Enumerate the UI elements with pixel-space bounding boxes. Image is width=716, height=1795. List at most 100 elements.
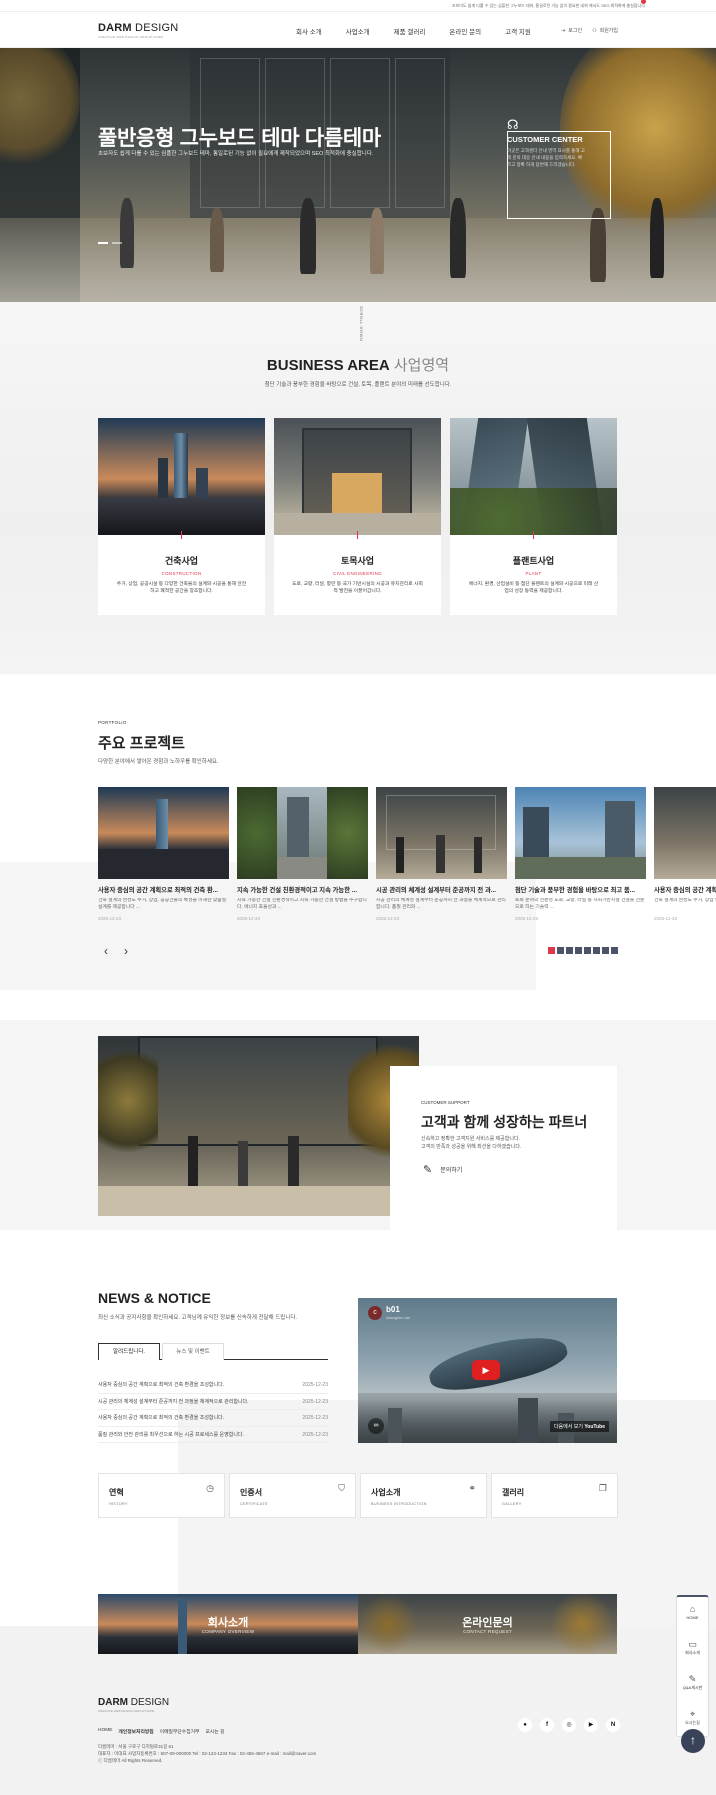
link-icon[interactable]: ∞ [368,1418,384,1434]
pager-dot[interactable] [584,947,591,954]
footer-logo[interactable]: DARM DESIGN CREATIVE WEB DESIGN GROUP DA… [98,1697,169,1713]
business-card-en: CONSTRUCTION [161,571,202,576]
footer-info: 다름테마 : 서울 구로구 디지털로31길 61 대표자 : 이대표 사업자등록… [98,1743,316,1764]
pager-dot[interactable] [566,947,573,954]
footer-logo-light: DESIGN [128,1697,170,1708]
clock-icon: ◷ [206,1483,214,1493]
quick-link-history[interactable]: 연혁 HISTORY ◷ [98,1473,225,1518]
footer-link-privacy[interactable]: 개인정보처리방침 [118,1728,153,1735]
portfolio-item[interactable]: 사용자 중심의 공간 계획으로 최적의 건축 환... 건축 설계의 완성도 주… [98,787,229,921]
pager-dot[interactable] [593,947,600,954]
news-row[interactable]: 시공 관리의 체계성 설계부터 준공까지 전 과정을 체계적으로 관리합니다. 2… [98,1394,328,1410]
nav-support[interactable]: 고객 지원 [505,26,531,36]
news-row[interactable]: 사용자 중심의 공간 계획으로 최적의 건축 환경을 조성합니다. 2025-12… [98,1410,328,1427]
watch-on-youtube[interactable]: 다음에서 보기 YouTube [549,1421,609,1432]
portfolio-image [376,787,507,879]
customer-center[interactable]: ☊ CUSTOMER CENTER 이곳은 고객센터 안내 영역 표시를 통해 … [507,118,585,168]
hero-dot-1[interactable] [98,242,108,244]
util-menu: ⇥ 로그인 ⚇ 회원가입 [561,27,618,35]
footer-logo-tagline: CREATIVE WEB DESIGN GROUP DARM [98,1709,155,1713]
pager-dot[interactable] [557,947,564,954]
pager-dot[interactable] [575,947,582,954]
card-accent [357,531,358,539]
footer-link-home[interactable]: HOME [98,1728,112,1735]
nav-inquiry[interactable]: 온라인 문의 [449,26,481,36]
business-title: BUSINESS AREA 사업영역 [0,354,716,375]
quick-menu-label: 오시는길 [685,1720,700,1725]
scroll-top-button[interactable]: ↑ [681,1729,705,1753]
quick-link-en: BUSINESS INTRODUCTION [371,1502,427,1506]
footer-address: 다름테마 : 서울 구로구 디지털로31길 61 [98,1744,174,1749]
portfolio-pagination [548,947,618,954]
quick-link-gallery[interactable]: 갤러리 GALLERY ❐ [491,1473,618,1518]
inquiry-button[interactable]: ✎ 문의하기 [423,1163,462,1176]
naver-icon[interactable]: N [606,1718,620,1732]
news-row-title: 시공 관리의 체계성 설계부터 준공까지 전 과정을 체계적으로 관리합니다. [98,1398,249,1405]
pager-dot[interactable] [602,947,609,954]
tab-notice[interactable]: 알려드립니다. [98,1343,160,1360]
footer-link-email[interactable]: 이메일무단수집거부 [160,1728,200,1735]
footer-link-location[interactable]: 오시는 길 [205,1728,224,1735]
home-icon: ⌂ [689,1604,696,1614]
watch-label: 다음에서 보기 [553,1424,583,1430]
nav-business[interactable]: 사업소개 [346,26,370,36]
business-card-construction[interactable]: 건축사업 CONSTRUCTION 주거, 상업, 공공시설 등 다양한 건축물… [98,418,265,615]
gallery-icon: ❐ [598,1483,607,1493]
play-icon[interactable]: ▶ [472,1360,500,1380]
top-notice-text: 조보이도 쉽게 다룰 수 있는 심플한 그누보드 테마, 통일로된 기능 없이 … [451,3,646,8]
portfolio-item-title: 사용자 중심의 공간 계획으로 최적의 건축 환... [98,887,219,894]
portfolio-item[interactable]: 사용자 중심의 공간 계획으로 건축 설계의 완성도 주거, 상업 맞춤형 설계… [654,787,716,921]
video-player[interactable]: c b01 changhun nw ▶ ∞ 다음에서 보기 YouTube [358,1298,617,1443]
banner-contact[interactable]: 온라인문의 CONTACT REQUEST [358,1594,617,1654]
support-desc: 신속하고 정확한 고객지원 서비스를 제공합니다. 고객의 만족과 성공을 위해… [421,1136,521,1151]
quick-menu-home[interactable]: ⌂ HOME [677,1597,708,1632]
portfolio-image [654,787,716,879]
business-card-civil[interactable]: 토목사업 CIVIL ENGINEERING 도로, 교량, 터널, 항만 등 … [274,418,441,615]
tab-news-events[interactable]: 뉴스 및 이벤트 [162,1343,224,1360]
facebook-icon[interactable]: f [540,1718,554,1732]
support-box [390,1066,617,1240]
portfolio-label: PORTFOLIO [98,720,127,725]
news-row[interactable]: 사용자 중심의 공간 계획으로 최적의 건축 환경을 조성합니다. 2025-12… [98,1377,328,1394]
pager-dot[interactable] [611,947,618,954]
chevron-right-icon[interactable]: › [124,944,128,958]
quick-link-business[interactable]: 사업소개 BUSINESS INTRODUCTION ⚭ [360,1473,487,1518]
kakaotalk-icon[interactable]: ● [518,1718,532,1732]
pager-dot[interactable] [548,947,555,954]
portfolio-item-title: 지속 가능한 건설 친환경적이고 지속 가능한 ... [237,887,358,894]
portfolio-item[interactable]: 지속 가능한 건설 친환경적이고 지속 가능한 ... 지속 가능한 건설 친환… [237,787,368,921]
logo-light: DESIGN [131,22,179,34]
banner-company[interactable]: 회사소개 COMPANY OVERVIEW [98,1594,358,1654]
youtube-icon[interactable]: ▶ [584,1718,598,1732]
portfolio-item[interactable]: 첨단 기술과 풍부한 경험을 바탕으로 최고 품... 토목 분야의 전문성 도… [515,787,646,921]
news-row-date: 2025-12-23 [302,1415,328,1421]
join-link[interactable]: ⚇ 회원가입 [592,27,618,35]
business-card-plant[interactable]: 플랜트사업 PLANT 에너지, 환경, 산업설비 등 첨단 플랜트의 설계와 … [450,418,617,615]
customer-center-title: CUSTOMER CENTER [507,135,583,144]
news-subtitle: 최신 소식과 공지사항을 확인하세요. 고객님께 유익한 정보를 신속하게 전달… [98,1315,297,1321]
site-logo[interactable]: DARM DESIGN CREATIVE WEB DESIGN GROUP DA… [98,22,178,39]
portfolio-title: 주요 프로젝트 [98,735,185,752]
instagram-icon[interactable]: ◎ [562,1718,576,1732]
hero-dot-2[interactable] [112,242,122,244]
portfolio-item[interactable]: 시공 관리의 체계성 설계부터 준공까지 전 과... 시공 관리의 체계성 설… [376,787,507,921]
portfolio-item-date: 2025-12-23 [654,916,678,921]
login-link[interactable]: ⇥ 로그인 [561,27,582,35]
news-row[interactable]: 품질 관리와 안전 관리를 최우선으로 하는 시공 프로세스를 운영합니다. 20… [98,1427,328,1443]
news-title: NEWS & NOTICE [98,1290,211,1306]
quick-menu-company[interactable]: ▭ 회사소개 [677,1632,708,1667]
portfolio-item-desc: 토목 분야의 전문성 도로, 교량, 터널 등 사회기반시설 건설을 전문으로 … [515,898,645,910]
main-nav: 회사 소개 사업소개 제품 갤러리 온라인 문의 고객 지원 [296,26,555,36]
portfolio-item-date: 2025-12-23 [98,916,122,921]
nav-company[interactable]: 회사 소개 [296,26,322,36]
quick-menu-qna[interactable]: ✎ Q&A게시판 [677,1667,708,1702]
headset-icon: ☊ [507,117,519,132]
news-row-date: 2025-12-23 [302,1398,328,1405]
arrow-up-icon: ↑ [690,1733,696,1747]
nav-gallery[interactable]: 제품 갤러리 [394,26,426,36]
chevron-left-icon[interactable]: ‹ [104,944,108,958]
quick-link-certificate[interactable]: 인증서 CERTIFICATE ⛉ [229,1473,356,1518]
portfolio-image [237,787,368,879]
business-card-desc: 도로, 교량, 터널, 항만 등 국가 기반시설의 시공과 유지관리로 사회적 … [292,582,423,594]
portfolio-arrows: ‹ › [104,944,128,958]
